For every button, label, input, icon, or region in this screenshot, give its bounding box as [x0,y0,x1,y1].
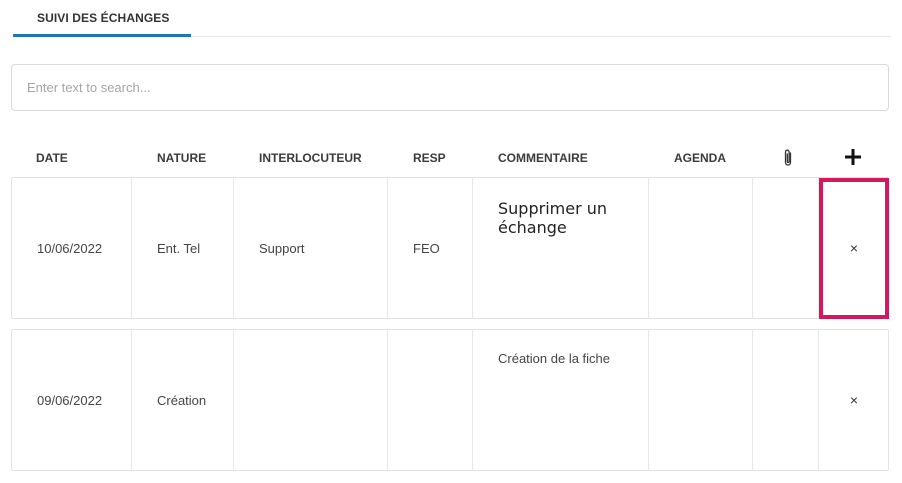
nature-value: Création [157,393,207,408]
column-header-interlocuteur[interactable]: INTERLOCUTEUR [259,140,362,176]
cell-resp: FEO [388,178,473,318]
exchanges-panel: SUIVI DES ÉCHANGES DATE NATURE INTERLOCU… [0,0,902,483]
commentaire-value: Création de la fiche [498,351,611,366]
cell-agenda [649,330,753,470]
table-row[interactable]: 10/06/2022 Ent. Tel Support FEO × [11,177,889,319]
column-header-nature[interactable]: NATURE [157,140,206,176]
cell-commentaire: Création de la fiche [473,330,649,470]
table-header: DATE NATURE INTERLOCUTEUR RESP COMMENTAI… [11,140,889,176]
delete-button-highlight [819,178,889,319]
paperclip-icon [784,149,792,166]
interlocuteur-value: Support [259,241,305,256]
date-value: 09/06/2022 [37,393,103,408]
cell-attachment [753,330,819,470]
search-input[interactable] [11,64,889,111]
column-header-resp[interactable]: RESP [413,140,446,176]
cell-interlocuteur: Support [234,178,388,318]
tab-suivi-des-echanges[interactable]: SUIVI DES ÉCHANGES [13,0,191,37]
date-value: 10/06/2022 [37,241,103,256]
cell-interlocuteur [234,330,388,470]
cell-date: 10/06/2022 [12,178,132,318]
plus-icon[interactable] [842,146,864,168]
delete-row-button[interactable]: × [819,330,889,470]
cell-date: 09/06/2022 [12,330,132,470]
column-header-date[interactable]: DATE [36,140,68,176]
column-header-commentaire[interactable]: COMMENTAIRE [498,140,588,176]
cell-agenda [649,178,753,318]
table-row[interactable]: 09/06/2022 Création Création de la fiche… [11,329,889,471]
cell-nature: Ent. Tel [132,178,234,318]
cell-resp [388,330,473,470]
tab-bar: SUIVI DES ÉCHANGES [12,0,891,37]
cell-attachment [753,178,819,318]
delete-tooltip: Supprimer un échange [498,199,608,237]
column-header-agenda[interactable]: AGENDA [674,140,726,176]
resp-value: FEO [413,241,440,256]
nature-value: Ent. Tel [157,241,201,256]
cell-nature: Création [132,330,234,470]
